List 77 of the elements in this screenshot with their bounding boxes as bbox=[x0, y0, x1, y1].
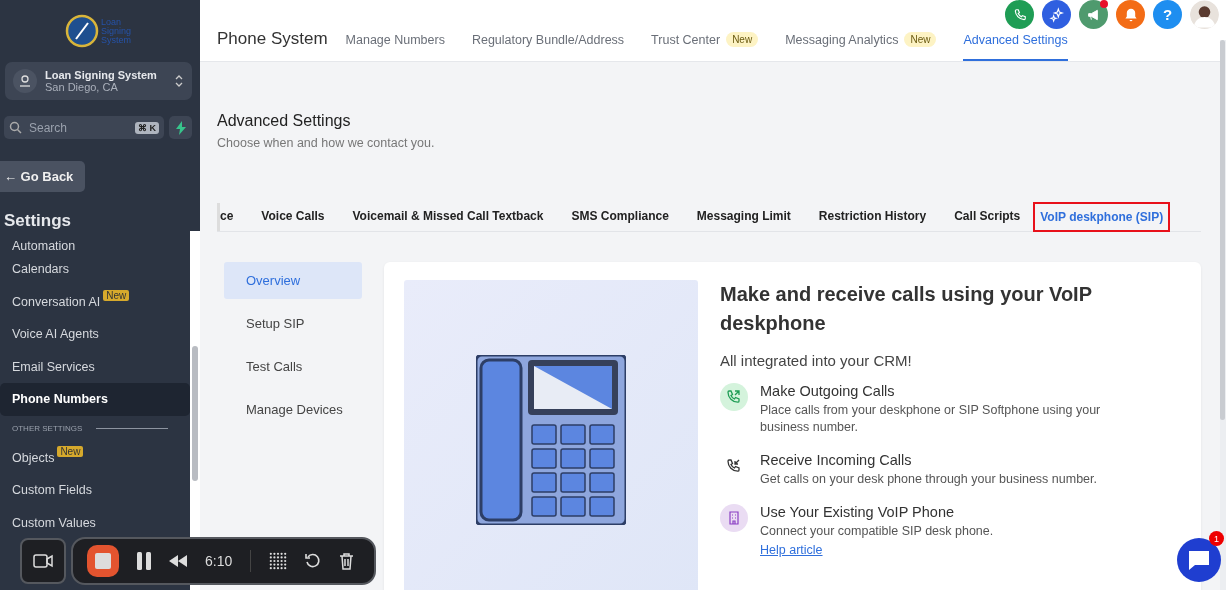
card-subtitle: All integrated into your CRM! bbox=[720, 352, 913, 369]
grid-icon[interactable] bbox=[269, 552, 288, 570]
avatar[interactable] bbox=[1190, 0, 1219, 29]
feature-title: Use Your Existing VoIP Phone bbox=[760, 504, 955, 520]
nav-tab[interactable]: Regulatory Bundle/Address bbox=[471, 33, 625, 61]
logo-icon bbox=[65, 14, 99, 48]
nav-tab[interactable]: Trust Center New bbox=[651, 32, 759, 61]
account-switcher[interactable]: Loan Signing System San Diego, CA bbox=[5, 62, 192, 100]
scrollbar[interactable] bbox=[1220, 40, 1225, 420]
nav-tab[interactable]: Manage Numbers bbox=[345, 33, 445, 61]
chevron-icon bbox=[174, 73, 184, 89]
building-icon bbox=[720, 504, 748, 532]
side-nav-item[interactable]: Setup SIP bbox=[224, 305, 362, 342]
scrollbar[interactable] bbox=[192, 346, 198, 481]
new-badge: New bbox=[726, 32, 759, 47]
settings-tab[interactable]: SMS Compliance bbox=[557, 203, 683, 231]
logo-text: Loan Signing System bbox=[101, 17, 131, 45]
side-nav-item[interactable]: Manage Devices bbox=[224, 391, 362, 428]
search-field[interactable]: Search ⌘ K bbox=[4, 116, 164, 139]
restart-icon[interactable] bbox=[305, 553, 322, 569]
shortcut-hint: ⌘ K bbox=[135, 121, 159, 134]
menu-item[interactable]: Email Services bbox=[0, 350, 190, 383]
menu-item[interactable]: Conversation AI New bbox=[0, 285, 190, 318]
trash-icon[interactable] bbox=[339, 552, 355, 570]
search-input[interactable]: Search bbox=[27, 119, 130, 136]
settings-tab[interactable]: Messaging Limit bbox=[682, 203, 805, 231]
recording-time: 6:10 bbox=[205, 553, 233, 569]
settings-tab[interactable]: Voice Calls bbox=[247, 203, 339, 231]
settings-tab[interactable]: Voicemail & Missed Call Textback bbox=[338, 203, 558, 231]
account-name: Loan Signing System bbox=[45, 69, 158, 81]
menu-item[interactable]: Phone Numbers bbox=[0, 383, 190, 416]
back-button[interactable]: ← Go Back bbox=[0, 161, 86, 192]
camera-button[interactable] bbox=[20, 538, 66, 584]
menu-item[interactable]: Calendars bbox=[0, 253, 190, 286]
chat-icon bbox=[1186, 549, 1212, 571]
nav-tab[interactable]: Messaging Analytics New bbox=[785, 32, 937, 61]
settings-tab[interactable]: Call Scripts bbox=[940, 203, 1035, 231]
page-title: Phone System bbox=[217, 29, 328, 50]
pause-icon[interactable] bbox=[137, 552, 151, 570]
section-label: OTHER SETTINGS bbox=[12, 424, 83, 433]
account-location: San Diego, CA bbox=[45, 81, 119, 93]
sparkle-icon[interactable] bbox=[1042, 0, 1071, 29]
camera-icon bbox=[33, 554, 53, 568]
settings-heading: Settings bbox=[4, 211, 73, 231]
menu-item[interactable]: Custom Values bbox=[0, 506, 190, 539]
location-icon bbox=[13, 69, 37, 93]
phone-icon[interactable] bbox=[1005, 0, 1034, 29]
side-nav-item[interactable]: Overview bbox=[224, 262, 362, 299]
quick-action-button[interactable] bbox=[169, 116, 192, 139]
feature-text: Connect your compatible SIP desk phone. bbox=[760, 523, 994, 540]
new-badge: New bbox=[904, 32, 937, 47]
menu-item[interactable]: Voice AI Agents bbox=[0, 318, 190, 351]
card-title: Make and receive calls using your VoIP deskphone bbox=[720, 282, 1093, 336]
feature-title: Make Outgoing Calls bbox=[760, 383, 896, 399]
section-subtitle: Choose when and how we contact you. bbox=[217, 136, 436, 150]
menu-item[interactable]: Custom Fields bbox=[0, 474, 190, 507]
nav-tab[interactable]: Advanced Settings bbox=[963, 33, 1068, 61]
outgoing-call-icon bbox=[720, 383, 748, 411]
feature-title: Receive Incoming Calls bbox=[760, 452, 913, 468]
stop-button[interactable] bbox=[87, 545, 119, 577]
new-badge: New bbox=[57, 445, 84, 457]
menu-item[interactable]: Objects New bbox=[0, 441, 190, 474]
settings-tab[interactable]: Restriction History bbox=[804, 203, 941, 231]
bell-icon[interactable] bbox=[1116, 0, 1145, 29]
side-nav-item[interactable]: Test Calls bbox=[224, 348, 362, 385]
lightning-icon bbox=[175, 120, 186, 135]
search-icon bbox=[9, 121, 22, 134]
feature-text: Get calls on your desk phone through your business number. bbox=[760, 471, 1097, 488]
settings-tab[interactable]: VoIP deskphone (SIP) bbox=[1034, 203, 1170, 231]
megaphone-icon[interactable] bbox=[1079, 0, 1108, 29]
menu-item[interactable]: Automation bbox=[0, 231, 190, 253]
feature-text: Place calls from your deskphone or SIP Softphone using your business number. bbox=[760, 402, 1102, 436]
new-badge: New bbox=[103, 289, 130, 301]
help-link[interactable]: Help article bbox=[760, 543, 823, 557]
rewind-icon[interactable] bbox=[169, 555, 187, 567]
settings-tab[interactable]: ce bbox=[217, 203, 248, 231]
section-title: Advanced Settings bbox=[217, 112, 352, 130]
